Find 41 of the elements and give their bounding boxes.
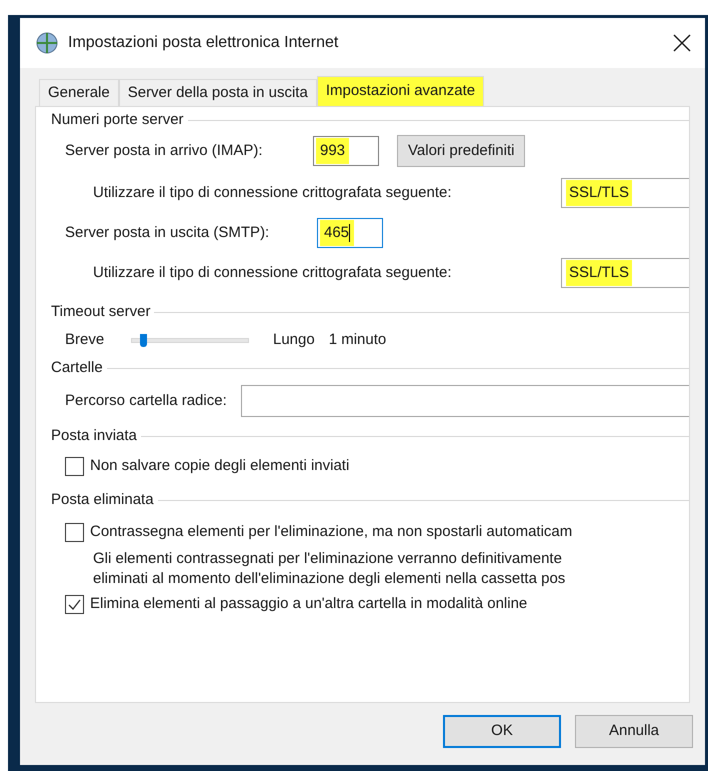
slider-reading: 1 minuto [328, 330, 386, 350]
description-text: Gli elementi contrassegnati per l'eliminazione verranno definitivamente [93, 549, 563, 569]
field-label: Utilizzare il tipo di connessione crittografata seguente: [93, 182, 453, 203]
encryption-dropdown[interactable]: SSL/TLS [561, 178, 689, 208]
checkmark-icon [68, 598, 81, 610]
tab[interactable]: Generale [39, 79, 119, 106]
dropdown-value: SSL/TLS [566, 260, 632, 286]
section-title: Cartelle [51, 358, 103, 378]
dialog-button[interactable]: Annulla [575, 715, 693, 748]
defaults-button[interactable]: Valori predefiniti [397, 135, 526, 167]
slider-max-label: Lungo [273, 330, 315, 350]
root-folder-field[interactable] [240, 385, 689, 417]
window-title: Impostazioni posta elettronica Internet [68, 33, 340, 53]
port-value: 465 [320, 220, 354, 246]
slider-min-label: Breve [65, 330, 106, 350]
dialog-button[interactable]: OK [443, 715, 561, 748]
port-field[interactable]: 465 [317, 218, 383, 248]
field-label: Percorso cartella radice: [65, 390, 227, 411]
description-text: eliminati al momento dell'eliminazione degli elementi nella cassetta pos [93, 569, 566, 589]
globe-icon [36, 32, 58, 54]
dropdown-value: SSL/TLS [566, 180, 632, 206]
port-value: 993 [316, 138, 350, 164]
checkbox-label: Contrassegna elementi per l'eliminazione, ma non spostarli automaticam [90, 522, 572, 542]
section-title: Posta eliminata [51, 490, 154, 510]
field-label: Server posta in arrivo (IMAP): [65, 140, 264, 161]
checkbox-label: Elimina elementi al passaggio a un'altra cartella in modalità online [90, 594, 528, 614]
tab[interactable]: Impostazioni avanzate [316, 76, 484, 106]
field-label: Server posta in uscita (SMTP): [65, 222, 270, 243]
encryption-dropdown[interactable]: SSL/TLS [561, 258, 689, 288]
close-icon[interactable] [673, 34, 691, 52]
slider-thumb[interactable] [140, 334, 147, 346]
section-title: Posta inviata [51, 426, 137, 446]
checkbox[interactable] [65, 594, 84, 614]
section-title: Timeout server [51, 302, 150, 322]
checkbox[interactable] [65, 456, 84, 476]
field-label: Utilizzare il tipo di connessione crittografata seguente: [93, 262, 453, 283]
checkbox[interactable] [65, 522, 84, 542]
checkbox-label: Non salvare copie degli elementi inviati [90, 456, 350, 476]
section-title: Numeri porte server [51, 110, 184, 130]
port-field[interactable]: 993 [313, 136, 379, 166]
tab[interactable]: Server della posta in uscita [118, 79, 317, 106]
